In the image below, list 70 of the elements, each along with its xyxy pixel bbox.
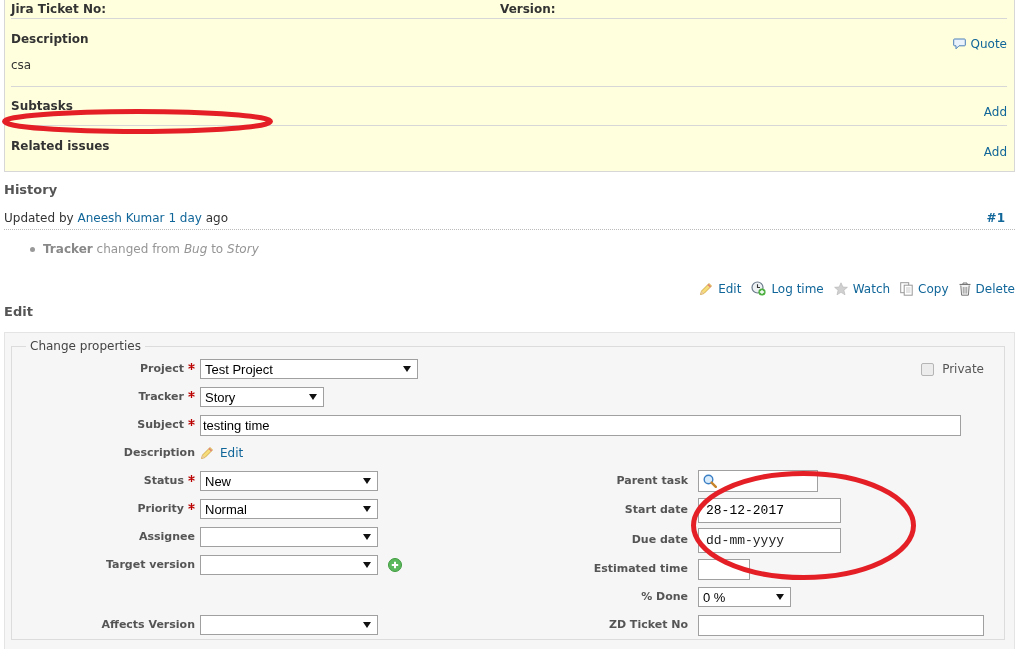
dropdown[interactable]: Normal bbox=[200, 499, 378, 519]
pencil-icon bbox=[200, 446, 214, 460]
add-link[interactable]: Add bbox=[983, 145, 1007, 159]
delete-link[interactable]: Delete bbox=[958, 281, 1015, 296]
section-heading: Subtasks bbox=[11, 99, 73, 113]
dropdown[interactable] bbox=[200, 615, 378, 635]
fieldset-legend: Change properties bbox=[26, 339, 145, 353]
checkbox-label: Private bbox=[942, 362, 984, 376]
caret-icon bbox=[363, 506, 371, 512]
description-text: csa bbox=[11, 58, 33, 72]
field-label: Subject bbox=[137, 418, 184, 432]
dropdown[interactable]: Test Project bbox=[200, 359, 418, 379]
date-field[interactable]: 28-12-2017 bbox=[698, 497, 841, 523]
trash-icon bbox=[958, 281, 971, 296]
dropdown[interactable]: Story bbox=[200, 387, 324, 407]
date-field[interactable]: dd-mm-yyyy bbox=[698, 527, 841, 553]
plus-circle-icon[interactable] bbox=[388, 558, 402, 572]
field-label: ZD Ticket No bbox=[608, 618, 688, 632]
caret-icon bbox=[363, 478, 371, 484]
text-field[interactable]: testing time bbox=[200, 414, 961, 436]
field-label: Description bbox=[123, 446, 195, 460]
caret-icon bbox=[776, 594, 784, 600]
dropdown[interactable] bbox=[200, 527, 378, 547]
edit-heading: Edit bbox=[4, 304, 34, 320]
field-label: Parent task bbox=[616, 474, 688, 488]
journal-number-link[interactable]: #1 bbox=[986, 211, 1015, 225]
field-label: Project bbox=[139, 362, 184, 376]
journal-header: Updated by Aneesh Kumar 1 day ago bbox=[4, 211, 229, 225]
clock-icon bbox=[751, 281, 767, 296]
field-label: Start date bbox=[624, 503, 688, 517]
field-label: % Done bbox=[641, 590, 688, 604]
dropdown[interactable] bbox=[200, 555, 378, 575]
star-icon bbox=[833, 281, 848, 296]
log-time-link[interactable]: Log time bbox=[751, 281, 824, 296]
edit-link[interactable]: Edit bbox=[220, 446, 244, 460]
field-label: Assignee bbox=[139, 530, 195, 544]
dropdown[interactable]: 0 % bbox=[698, 587, 791, 607]
field-label: Estimated time bbox=[593, 562, 688, 576]
caret-icon bbox=[403, 366, 411, 372]
quote-link[interactable]: Quote bbox=[952, 37, 1007, 51]
copy-icon bbox=[900, 281, 914, 296]
field-label: Jira Ticket No: bbox=[11, 2, 106, 18]
watch-link[interactable]: Watch bbox=[833, 281, 891, 296]
caret-icon bbox=[309, 394, 317, 400]
private-checkbox[interactable] bbox=[921, 362, 935, 376]
field-label: Tracker bbox=[138, 390, 184, 404]
field-label: Target version bbox=[105, 558, 195, 572]
search-icon bbox=[703, 474, 717, 488]
pencil-icon bbox=[699, 281, 714, 296]
history-heading: History bbox=[4, 182, 59, 198]
time-link[interactable]: 1 day bbox=[168, 211, 202, 225]
field-label: Priority bbox=[137, 502, 184, 516]
field-label: Affects Version bbox=[101, 618, 195, 632]
bullet-icon bbox=[30, 246, 35, 252]
text-field[interactable] bbox=[698, 614, 984, 636]
dropdown[interactable]: New bbox=[200, 471, 378, 491]
change-detail: Tracker changed from Bug to Story bbox=[43, 242, 259, 256]
author-link[interactable]: Aneesh Kumar bbox=[77, 211, 165, 225]
caret-icon bbox=[363, 562, 371, 568]
copy-link[interactable]: Copy bbox=[900, 281, 949, 296]
caret-icon bbox=[363, 534, 371, 540]
field-label: Version: bbox=[500, 2, 556, 18]
edit-link[interactable]: Edit bbox=[699, 281, 742, 296]
add-link[interactable]: Add bbox=[983, 105, 1007, 119]
field-label: Due date bbox=[631, 533, 688, 547]
section-heading: Description bbox=[11, 32, 89, 46]
caret-icon bbox=[363, 622, 371, 628]
speech-bubble-icon bbox=[952, 38, 966, 50]
field-label: Status bbox=[143, 474, 184, 488]
section-heading: Related issues bbox=[11, 139, 110, 153]
